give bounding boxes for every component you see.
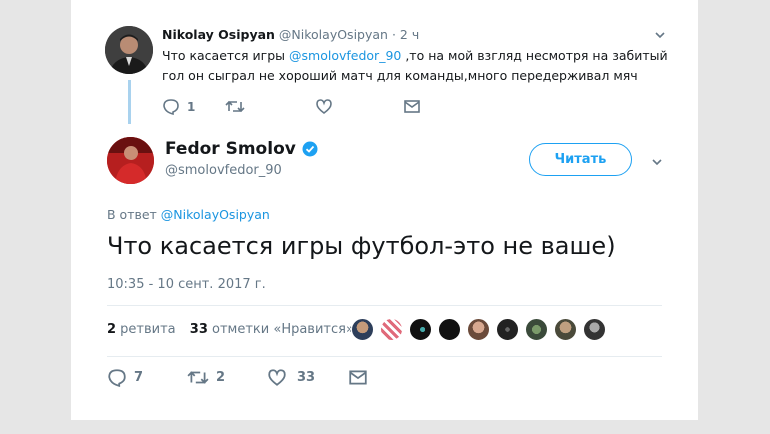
separator: ·: [391, 27, 396, 42]
user-handle[interactable]: @smolovfedor_90: [165, 163, 282, 178]
retweets-stat[interactable]: 2 ретвита: [107, 322, 176, 337]
reply-to-link[interactable]: @NikolayOsipyan: [161, 207, 270, 222]
display-name-row: Fedor Smolov: [165, 139, 318, 159]
likers-avatars: [351, 318, 612, 341]
reply-prefix: В ответ: [107, 207, 161, 222]
reply-count: 1: [187, 99, 196, 114]
parent-tweet-actions: 1: [162, 98, 462, 118]
likes-stat[interactable]: 33 отметки «Нравится»: [190, 322, 354, 337]
avatar[interactable]: [554, 318, 577, 341]
tweet-text-part: Что касается игры: [162, 48, 290, 63]
retweets-count: 2: [107, 322, 117, 337]
divider: [107, 356, 662, 357]
reply-context: В ответ @NikolayOsipyan: [107, 207, 270, 222]
reply-button[interactable]: 1: [162, 98, 195, 115]
user-handle[interactable]: @NikolayOsipyan: [279, 27, 388, 42]
likes-count: 33: [189, 322, 208, 337]
chevron-down-icon[interactable]: [653, 28, 667, 42]
avatar[interactable]: [496, 318, 519, 341]
parent-tweet-text: Что касается игры @smolovfedor_90 ,то на…: [162, 46, 672, 86]
thread-line: [128, 80, 131, 124]
avatar[interactable]: [107, 137, 154, 184]
follow-button[interactable]: Читать: [529, 143, 632, 176]
reply-icon: [107, 368, 127, 387]
reply-icon: [162, 98, 180, 115]
avatar-photo: [107, 137, 154, 184]
envelope-icon: [348, 368, 368, 387]
avatar[interactable]: [467, 318, 490, 341]
avatar[interactable]: [105, 26, 153, 74]
like-count: 33: [297, 370, 316, 385]
chevron-down-icon[interactable]: [650, 155, 664, 169]
tweet-timestamp[interactable]: 10:35 - 10 сент. 2017 г.: [107, 277, 266, 292]
retweets-label: ретвита: [116, 322, 176, 337]
avatar[interactable]: [525, 318, 548, 341]
likes-label: отметки «Нравится»: [207, 322, 354, 337]
avatar[interactable]: [438, 318, 461, 341]
divider: [107, 305, 662, 306]
dm-button[interactable]: [403, 98, 421, 115]
retweet-button[interactable]: 2: [187, 368, 225, 387]
avatar[interactable]: [380, 318, 403, 341]
verified-badge-icon: [302, 141, 318, 157]
tweet-time[interactable]: 2 ч: [400, 27, 419, 42]
mention-link[interactable]: @smolovfedor_90: [289, 48, 401, 63]
envelope-icon: [403, 98, 421, 115]
heart-icon: [315, 98, 333, 115]
retweet-count: 2: [216, 370, 226, 385]
display-name[interactable]: Fedor Smolov: [165, 139, 296, 159]
tweet-card: Nikolay Osipyan @NikolayOsipyan · 2 ч Чт…: [71, 0, 698, 420]
avatar[interactable]: [583, 318, 606, 341]
avatar[interactable]: [351, 318, 374, 341]
like-button[interactable]: [315, 98, 333, 115]
tweet-text: Что касается игры футбол-это не ваше): [107, 232, 616, 260]
display-name[interactable]: Nikolay Osipyan: [162, 27, 275, 42]
avatar-photo: [105, 26, 153, 74]
heart-icon: [267, 368, 287, 387]
tweet-stats: 2 ретвита 33 отметки «Нравится»: [107, 322, 354, 337]
retweet-icon: [187, 368, 209, 387]
like-button[interactable]: 33: [267, 368, 315, 387]
retweet-icon: [225, 98, 245, 115]
tweet-actions: 7 2 33: [107, 368, 407, 390]
dm-button[interactable]: [348, 368, 368, 387]
reply-button[interactable]: 7: [107, 368, 143, 387]
retweet-button[interactable]: [225, 98, 245, 115]
avatar[interactable]: [409, 318, 432, 341]
reply-count: 7: [134, 370, 144, 385]
parent-tweet-header: Nikolay Osipyan @NikolayOsipyan · 2 ч: [162, 27, 419, 42]
